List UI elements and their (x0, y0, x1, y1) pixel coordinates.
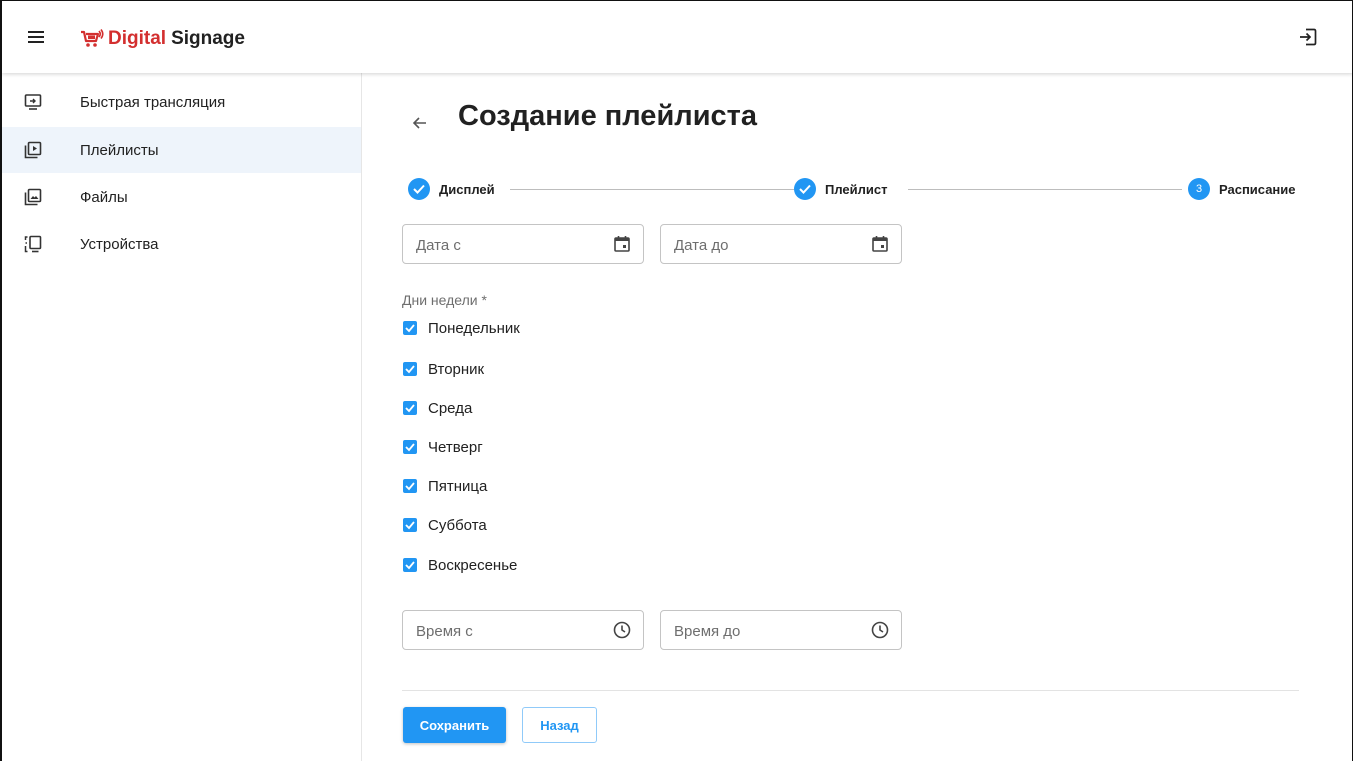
date-from-placeholder: Дата с (416, 237, 461, 254)
sidebar-item-quick-broadcast[interactable]: Быстрая трансляция (2, 79, 361, 125)
cart-broadcast-icon (81, 29, 104, 47)
hamburger-menu-icon[interactable] (28, 31, 44, 44)
checkbox-tuesday[interactable]: Вторник (403, 359, 484, 379)
time-to-field[interactable]: Время до (660, 610, 902, 650)
check-icon (408, 178, 430, 200)
date-to-placeholder: Дата до (674, 237, 729, 254)
back-arrow-icon[interactable] (410, 113, 430, 133)
form-divider (402, 690, 1299, 691)
checkbox-thursday[interactable]: Четверг (403, 437, 483, 457)
step-playlist[interactable]: Плейлист (794, 176, 894, 202)
save-button[interactable]: Сохранить (403, 707, 506, 743)
checkbox-label: Вторник (428, 360, 485, 378)
app-window: Digital Signage Быстрая трансляция Плейл… (0, 0, 1353, 761)
stepper-connector (510, 189, 794, 190)
time-from-placeholder: Время с (416, 623, 473, 640)
checkbox-label: Понедельник (428, 319, 520, 337)
sidebar-item-label: Файлы (80, 188, 128, 206)
checkbox-checked-icon (403, 558, 417, 572)
image-file-icon (24, 188, 42, 206)
logo-text-digital: Digital (108, 28, 167, 49)
checkbox-friday[interactable]: Пятница (403, 476, 487, 496)
main-content: Создание плейлиста Дисплей Плейлист 3 Ра… (362, 73, 1352, 761)
devices-icon (24, 235, 42, 253)
sidebar-item-label: Плейлисты (80, 141, 159, 159)
app-logo[interactable]: Digital Signage (80, 27, 245, 51)
check-icon (794, 178, 816, 200)
sidebar-item-label: Быстрая трансляция (80, 93, 226, 111)
stepper-connector (908, 189, 1216, 190)
checkbox-checked-icon (403, 401, 417, 415)
sidebar-item-files[interactable]: Файлы (2, 174, 361, 220)
checkbox-monday[interactable]: Понедельник (403, 318, 520, 338)
back-button[interactable]: Назад (522, 707, 597, 743)
stepper: Дисплей Плейлист 3 Расписание (408, 176, 1302, 202)
calendar-icon[interactable] (612, 234, 632, 254)
logout-icon[interactable] (1299, 28, 1317, 46)
screen-share-icon (24, 94, 42, 110)
date-from-field[interactable]: Дата с (402, 224, 644, 264)
logo-text-signage: Signage (171, 28, 245, 49)
checkbox-label: Среда (428, 399, 473, 417)
checkbox-label: Воскресенье (428, 556, 518, 574)
step-display[interactable]: Дисплей (408, 176, 501, 202)
sidebar-item-devices[interactable]: Устройства (2, 221, 361, 267)
step-label: Дисплей (439, 181, 495, 197)
sidebar: Быстрая трансляция Плейлисты Файлы Устро… (2, 73, 362, 761)
step-label: Плейлист (825, 181, 888, 197)
time-to-placeholder: Время до (674, 623, 741, 640)
step-schedule[interactable]: 3 Расписание (1182, 176, 1302, 202)
playlist-play-icon (24, 141, 42, 159)
clock-icon[interactable] (612, 620, 632, 640)
clock-icon[interactable] (870, 620, 890, 640)
days-of-week-label: Дни недели * (402, 292, 487, 308)
checkbox-checked-icon (403, 321, 417, 335)
time-from-field[interactable]: Время с (402, 610, 644, 650)
sidebar-item-label: Устройства (80, 235, 159, 253)
date-to-field[interactable]: Дата до (660, 224, 902, 264)
checkbox-checked-icon (403, 440, 417, 454)
checkbox-checked-icon (403, 362, 417, 376)
checkbox-wednesday[interactable]: Среда (403, 398, 472, 418)
checkbox-saturday[interactable]: Суббота (403, 515, 487, 535)
page-title: Создание плейлиста (458, 100, 757, 132)
checkbox-sunday[interactable]: Воскресенье (403, 555, 517, 575)
calendar-icon[interactable] (870, 234, 890, 254)
step-number: 3 (1188, 178, 1210, 200)
top-app-bar: Digital Signage (2, 1, 1352, 73)
checkbox-checked-icon (403, 518, 417, 532)
checkbox-checked-icon (403, 479, 417, 493)
checkbox-label: Четверг (428, 438, 483, 456)
checkbox-label: Суббота (428, 516, 487, 534)
sidebar-item-playlists[interactable]: Плейлисты (2, 127, 361, 173)
checkbox-label: Пятница (428, 477, 488, 495)
step-label: Расписание (1219, 181, 1296, 197)
